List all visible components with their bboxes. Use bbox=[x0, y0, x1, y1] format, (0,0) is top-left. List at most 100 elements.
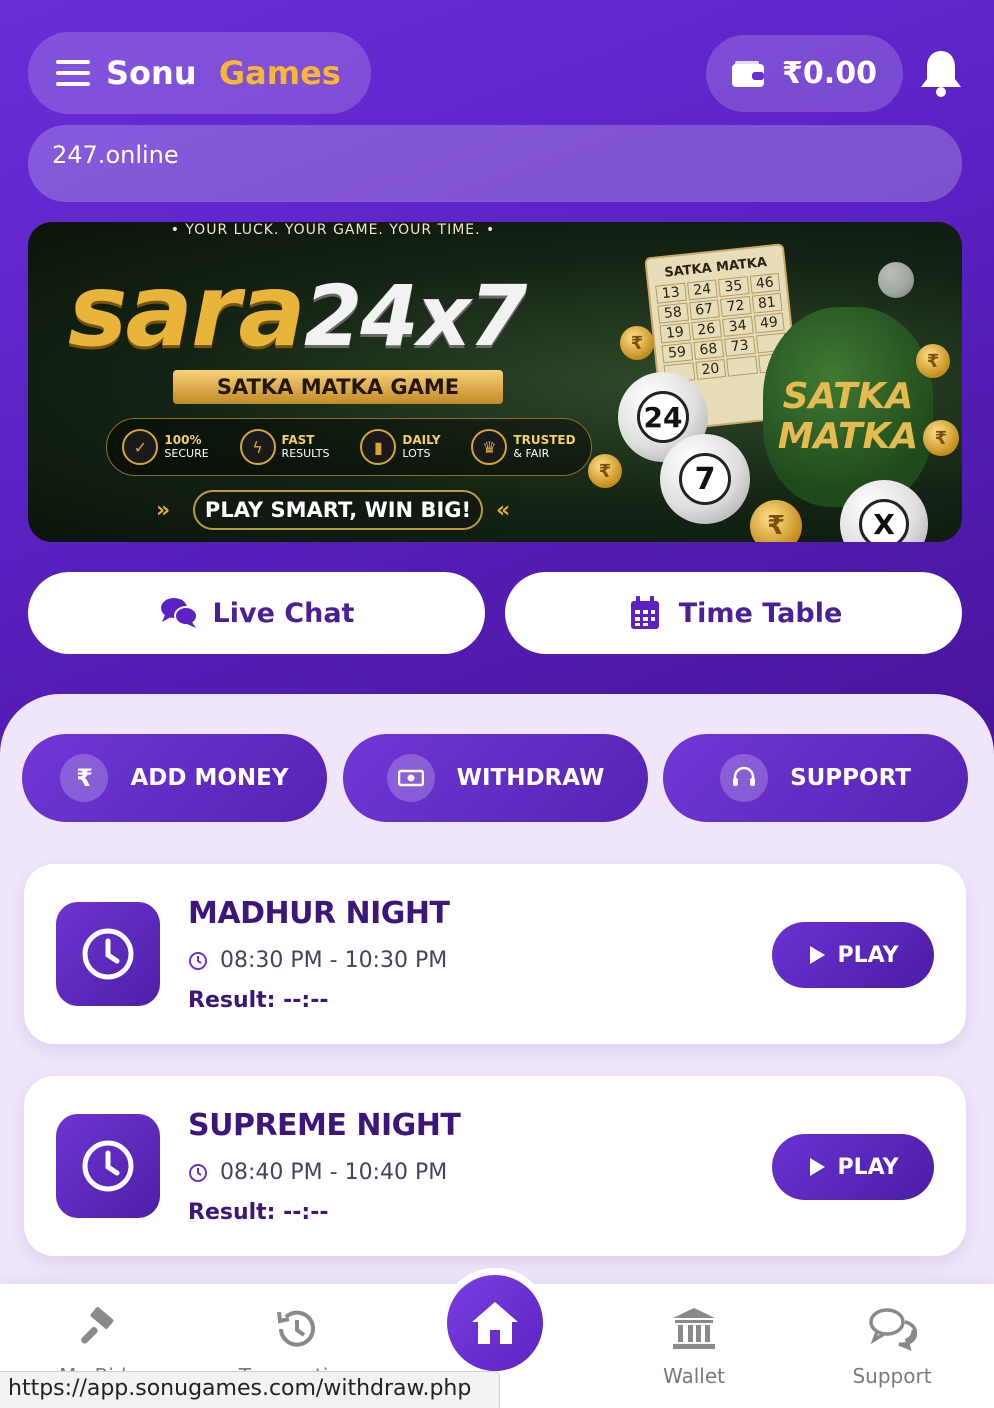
game-result: Result: --:-- bbox=[188, 1200, 329, 1225]
ticket-number: 81 bbox=[751, 292, 783, 314]
headset-icon bbox=[720, 754, 769, 802]
home-button[interactable] bbox=[440, 1268, 550, 1378]
ticket-number: 49 bbox=[753, 312, 785, 334]
status-bar-url: https://app.sonugames.com/withdraw.php bbox=[0, 1371, 500, 1408]
brand-pill[interactable]: Sonu Games bbox=[28, 32, 371, 114]
game-name: MADHUR NIGHT bbox=[188, 896, 450, 931]
ticket-number: 20 bbox=[694, 358, 727, 380]
ticket-number: 24 bbox=[686, 279, 718, 301]
chevron-left-icon: « bbox=[496, 498, 511, 523]
history-icon bbox=[277, 1310, 315, 1347]
lottery-ball-number: 24 bbox=[637, 391, 689, 443]
live-chat-button[interactable]: Live Chat bbox=[28, 572, 485, 654]
banner-cta: PLAY SMART, WIN BIG! bbox=[193, 490, 483, 530]
home-icon bbox=[472, 1302, 518, 1344]
money-sack: SATKA MATKA bbox=[763, 307, 933, 507]
add-money-label: ADD MONEY bbox=[130, 765, 289, 791]
badge-sub: & FAIR bbox=[513, 447, 550, 460]
badge-sub: LOTS bbox=[402, 447, 431, 460]
shield-check-icon: ✓ bbox=[122, 429, 159, 465]
game-card: MADHUR NIGHT 08:30 PM - 10:30 PM Result:… bbox=[24, 864, 966, 1044]
live-chat-label: Live Chat bbox=[212, 597, 355, 629]
game-time-text: 08:30 PM - 10:30 PM bbox=[220, 948, 448, 973]
promo-banner[interactable]: • YOUR LUCK. YOUR GAME. YOUR TIME. • sar… bbox=[28, 222, 962, 542]
chat-bubbles-icon bbox=[869, 1308, 917, 1351]
brand-name-accent: Games bbox=[218, 54, 341, 92]
play-button[interactable]: PLAY bbox=[772, 1134, 934, 1200]
wallet-balance: ₹0.00 bbox=[782, 56, 877, 91]
ticket-number bbox=[726, 355, 758, 377]
lottery-ball-number: 7 bbox=[679, 453, 731, 505]
play-button[interactable]: PLAY bbox=[772, 922, 934, 988]
menu-icon[interactable] bbox=[56, 60, 90, 86]
play-icon bbox=[809, 1158, 825, 1176]
badge-fast: ϟ FAST RESULTS bbox=[239, 429, 330, 465]
add-money-button[interactable]: ₹ ADD MONEY bbox=[22, 734, 327, 822]
ticket-number: 72 bbox=[719, 296, 752, 318]
marquee-text-bar: 247.online bbox=[28, 125, 962, 202]
money-transfer-icon bbox=[386, 754, 435, 802]
game-card: SUPREME NIGHT 08:40 PM - 10:40 PM Result… bbox=[24, 1076, 966, 1256]
ticket-number: 67 bbox=[688, 299, 720, 321]
badge-trusted: ♛ TRUSTED & FAIR bbox=[471, 429, 576, 465]
clock-small-icon bbox=[189, 1163, 207, 1182]
ticket-number: 34 bbox=[722, 315, 754, 337]
ticket-number: 26 bbox=[690, 319, 722, 341]
game-result: Result: --:-- bbox=[188, 988, 329, 1013]
banner-tagline: • YOUR LUCK. YOUR GAME. YOUR TIME. • bbox=[170, 222, 496, 238]
nav-support[interactable]: Support bbox=[802, 1284, 982, 1408]
play-label: PLAY bbox=[837, 942, 899, 968]
ticket-number: 59 bbox=[661, 342, 693, 364]
nav-wallet-label: Wallet bbox=[662, 1364, 725, 1388]
badge-title: TRUSTED bbox=[513, 433, 576, 447]
support-button[interactable]: SUPPORT bbox=[663, 734, 968, 822]
ticket-number: 19 bbox=[659, 322, 691, 344]
ticket-number: 73 bbox=[724, 335, 756, 357]
badge-title: DAILY bbox=[402, 433, 441, 447]
lottery-ball-number: X bbox=[859, 499, 909, 542]
badge-daily: ▮ DAILY LOTS bbox=[360, 429, 441, 465]
support-label: SUPPORT bbox=[790, 765, 911, 791]
badge-secure: ✓ 100% SECURE bbox=[122, 429, 209, 465]
time-table-button[interactable]: Time Table bbox=[505, 572, 962, 654]
withdraw-button[interactable]: WITHDRAW bbox=[343, 734, 648, 822]
lottery-ball-small bbox=[878, 262, 914, 298]
ticket-number: 13 bbox=[655, 282, 687, 304]
rupee-icon: ₹ bbox=[60, 754, 109, 802]
ticket-number: 46 bbox=[749, 272, 781, 294]
rupee-coin-icon: ₹ bbox=[588, 454, 622, 488]
brand-logo: Sonu Games bbox=[106, 54, 341, 92]
game-time: 08:40 PM - 10:40 PM bbox=[188, 1160, 447, 1185]
badge-title: 100% bbox=[164, 433, 202, 447]
badge-sub: SECURE bbox=[164, 447, 209, 460]
rupee-coin-icon: ₹ bbox=[916, 344, 950, 378]
withdraw-label: WITHDRAW bbox=[456, 765, 605, 791]
rupee-coin-icon: ₹ bbox=[750, 500, 802, 542]
banner-title-gold: sara bbox=[68, 252, 306, 369]
ticket-number: 35 bbox=[717, 276, 750, 298]
clock-small-icon bbox=[189, 951, 207, 970]
bell-icon[interactable] bbox=[918, 48, 964, 98]
lightning-icon: ϟ bbox=[239, 429, 276, 465]
play-icon bbox=[809, 946, 825, 964]
nav-support-label: Support bbox=[852, 1364, 932, 1388]
trophy-icon: ♛ bbox=[471, 429, 508, 465]
rupee-coin-icon: ₹ bbox=[620, 326, 654, 360]
game-name: SUPREME NIGHT bbox=[188, 1108, 461, 1143]
rupee-coin-icon: ₹ bbox=[923, 420, 959, 456]
bar-chart-icon: ▮ bbox=[360, 429, 397, 465]
banner-subtitle: SATKA MATKA GAME bbox=[173, 370, 503, 404]
ticket-number: 58 bbox=[657, 302, 689, 324]
banner-title-white: 24x7 bbox=[303, 267, 528, 365]
banner-badges: ✓ 100% SECURE ϟ FAST RESULTS ▮ DAILY LOTS ♛ TRU… bbox=[106, 418, 592, 476]
lottery-ball: 7 bbox=[660, 434, 750, 524]
time-table-label: Time Table bbox=[678, 597, 843, 629]
clock-icon bbox=[56, 1114, 160, 1218]
badge-sub: RESULTS bbox=[281, 447, 330, 460]
calendar-icon bbox=[630, 596, 659, 629]
clock-icon bbox=[56, 902, 160, 1006]
wallet-balance-button[interactable]: ₹0.00 bbox=[706, 35, 903, 112]
gavel-icon bbox=[81, 1307, 114, 1344]
play-label: PLAY bbox=[837, 1154, 899, 1180]
nav-wallet[interactable]: Wallet bbox=[604, 1284, 784, 1408]
